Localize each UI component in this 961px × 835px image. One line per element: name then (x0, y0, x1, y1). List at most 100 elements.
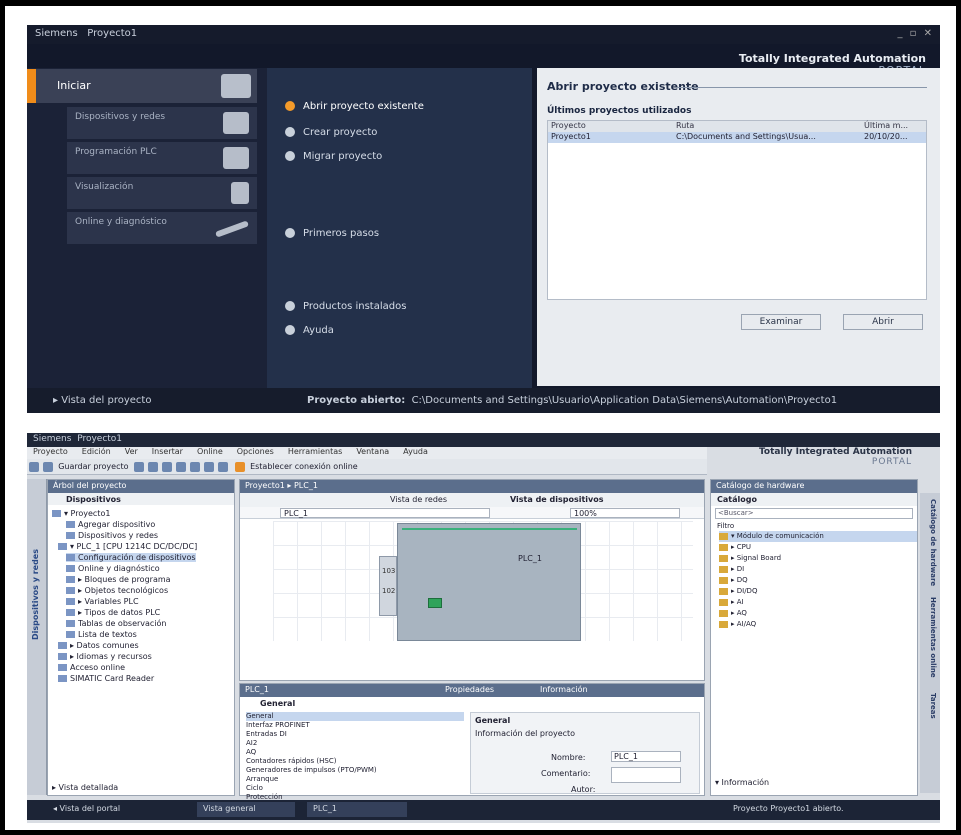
window-controls[interactable]: _ ▫ ✕ (897, 28, 934, 39)
portal-footer: ▸ Vista del proyecto Proyecto abierto: C… (27, 388, 940, 413)
menu-item[interactable]: Opciones (237, 447, 274, 456)
tree-node-icon (66, 631, 75, 638)
tree-item[interactable]: Tablas de observación (66, 619, 167, 628)
details-view-toggle[interactable]: ▸ Vista detallada (52, 783, 118, 792)
save-project-button[interactable]: Guardar proyecto (58, 462, 128, 471)
menu-item[interactable]: Edición (82, 447, 111, 456)
project-tree: Árbol del proyecto Dispositivos ▾ Proyec… (47, 479, 235, 796)
properties-tab[interactable]: Propiedades (445, 685, 494, 694)
catalog-item[interactable]: ▸ AQ (719, 608, 917, 619)
open-icon[interactable] (43, 462, 53, 472)
online-icon[interactable] (234, 462, 245, 472)
left-side-tab[interactable]: Dispositivos y redes (27, 479, 47, 795)
tree-item[interactable]: ▸ Idiomas y recursos (58, 652, 152, 661)
project-view-link[interactable]: ▸ Vista del proyecto (53, 395, 151, 406)
name-field[interactable]: PLC_1 (611, 751, 681, 762)
cell-path: C:\Documents and Settings\Usua... (676, 132, 816, 141)
tree-item[interactable]: Dispositivos y redes (66, 531, 158, 540)
cut-icon[interactable] (147, 462, 158, 472)
catalog-item[interactable]: ▸ DQ (719, 575, 917, 586)
catalog-item[interactable]: ▸ DI (719, 564, 917, 575)
action-help[interactable]: Ayuda (285, 325, 334, 336)
property-nav-item[interactable]: Interfaz PROFINET (246, 721, 464, 730)
menu-item[interactable]: Herramientas (288, 447, 343, 456)
property-nav-item[interactable]: Arranque (246, 775, 464, 784)
tree-item[interactable]: ▸ Tipos de datos PLC (66, 608, 160, 617)
zoom-select[interactable]: 100% (570, 508, 680, 518)
action-first-steps[interactable]: Primeros pasos (285, 228, 379, 239)
catalog-item[interactable]: ▸ CPU (719, 542, 917, 553)
go-online-button[interactable]: Establecer conexión online (250, 462, 358, 471)
property-nav-item[interactable]: Ciclo (246, 784, 464, 793)
tree-item[interactable]: ▸ Datos comunes (58, 641, 139, 650)
device-view-tab[interactable]: Vista de dispositivos (510, 495, 604, 504)
nav-visualization[interactable]: Visualización (67, 177, 257, 209)
new-icon[interactable] (29, 462, 39, 472)
catalog-search[interactable]: <Buscar> (715, 508, 913, 519)
tree-item[interactable]: Online y diagnóstico (66, 564, 160, 573)
table-row[interactable]: Proyecto1 C:\Documents and Settings\Usua… (548, 132, 926, 143)
copy-icon[interactable] (161, 462, 172, 472)
property-nav-item[interactable]: General (246, 712, 464, 721)
plc-tab[interactable]: PLC_1 (307, 802, 407, 817)
device-select[interactable]: PLC_1 (280, 508, 490, 518)
menu-item[interactable]: Ver (125, 447, 138, 456)
catalog-item[interactable]: ▸ Signal Board (719, 553, 917, 564)
tasks-side-tab[interactable]: Tareas (923, 693, 937, 719)
tree-item[interactable]: ▸ Bloques de programa (66, 575, 171, 584)
general-tab[interactable]: General (240, 697, 704, 710)
information-toggle[interactable]: ▾ Información (715, 778, 769, 787)
tree-item[interactable]: Configuración de dispositivos (66, 553, 196, 562)
filter-checkbox[interactable]: Filtro (711, 521, 917, 531)
tree-item[interactable]: SIMATIC Card Reader (58, 674, 154, 683)
menu-item[interactable]: Ventana (356, 447, 389, 456)
tree-item[interactable]: ▸ Objetos tecnológicos (66, 586, 168, 595)
online-tools-side-tab[interactable]: Herramientas online (923, 597, 937, 678)
catalog-item[interactable]: ▸ AI/AQ (719, 619, 917, 630)
delete-icon[interactable] (189, 462, 200, 472)
overview-tab[interactable]: Vista general (197, 802, 295, 817)
catalog-item[interactable]: ▸ AI (719, 597, 917, 608)
cell-project: Proyecto1 (551, 132, 591, 141)
nav-online-diagnostics[interactable]: Online y diagnóstico (67, 212, 257, 244)
plc-module[interactable]: PLC_1 (397, 523, 581, 641)
catalog-item[interactable]: ▾ Módulo de comunicación (719, 531, 917, 542)
action-installed-products[interactable]: Productos instalados (285, 301, 406, 312)
tree-item[interactable]: Agregar dispositivo (66, 520, 155, 529)
plc-icon (223, 147, 249, 169)
tree-item[interactable]: ▸ Variables PLC (66, 597, 139, 606)
menu-item[interactable]: Ayuda (403, 447, 428, 456)
nav-plc-programming[interactable]: Programación PLC (67, 142, 257, 174)
action-create-project[interactable]: Crear proyecto (285, 127, 377, 138)
property-nav-item[interactable]: Entradas DI (246, 730, 464, 739)
undo-icon[interactable] (203, 462, 214, 472)
menu-item[interactable]: Proyecto (33, 447, 68, 456)
nav-start[interactable]: Iniciar (27, 69, 257, 103)
open-button[interactable]: Abrir (843, 314, 923, 330)
network-view-tab[interactable]: Vista de redes (390, 495, 447, 504)
action-migrate-project[interactable]: Migrar proyecto (285, 151, 382, 162)
network-icon (223, 112, 249, 134)
property-nav-item[interactable]: Contadores rápidos (HSC) (246, 757, 464, 766)
property-nav-item[interactable]: AI2 (246, 739, 464, 748)
tree-tab-devices[interactable]: Dispositivos (48, 493, 234, 505)
nav-devices-networks[interactable]: Dispositivos y redes (67, 107, 257, 139)
tree-item[interactable]: ▾ PLC_1 [CPU 1214C DC/DC/DC] (58, 542, 197, 551)
info-tab[interactable]: Información (540, 685, 588, 694)
tree-item[interactable]: Lista de textos (66, 630, 137, 639)
property-nav-item[interactable]: Generadores de impulsos (PTO/PWM) (246, 766, 464, 775)
property-nav-item[interactable]: AQ (246, 748, 464, 757)
tree-item[interactable]: ▾ Proyecto1 (52, 509, 110, 518)
comment-field[interactable] (611, 767, 681, 783)
portal-view-button[interactable]: ◂ Vista del portal (47, 802, 126, 817)
menu-item[interactable]: Insertar (152, 447, 183, 456)
menu-item[interactable]: Online (197, 447, 223, 456)
catalog-item[interactable]: ▸ DI/DQ (719, 586, 917, 597)
tree-item[interactable]: Acceso online (58, 663, 125, 672)
paste-icon[interactable] (175, 462, 186, 472)
browse-button[interactable]: Examinar (741, 314, 821, 330)
print-icon[interactable] (133, 462, 144, 472)
catalog-side-tab[interactable]: Catálogo de hardware (923, 499, 937, 586)
compile-icon[interactable] (217, 462, 228, 472)
action-open-project[interactable]: Abrir proyecto existente (285, 101, 424, 112)
